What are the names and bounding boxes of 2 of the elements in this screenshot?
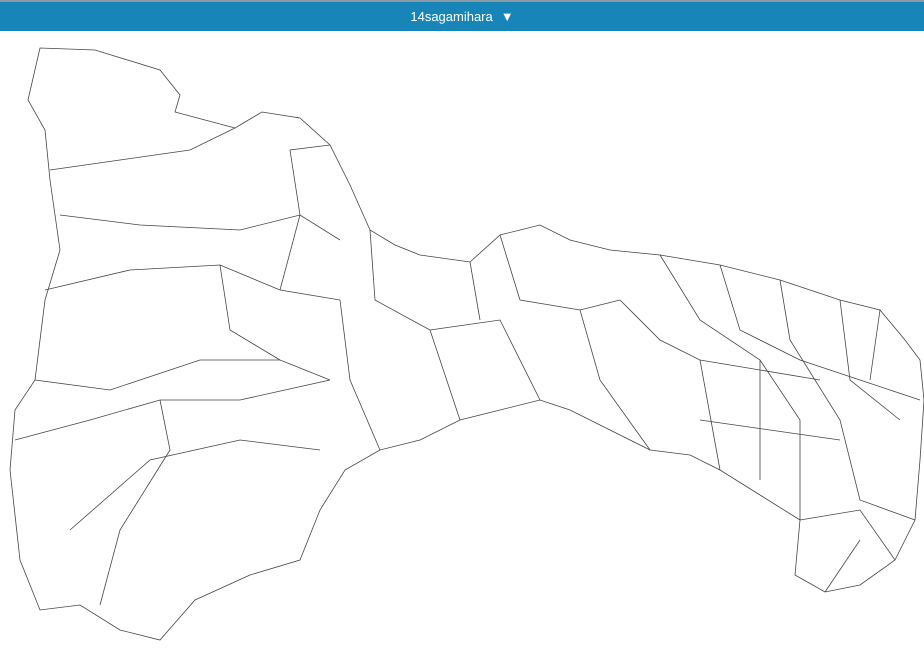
area-dropdown[interactable]: 14sagamihara ▼ [402, 6, 522, 26]
caret-icon: ▼ [500, 6, 514, 26]
